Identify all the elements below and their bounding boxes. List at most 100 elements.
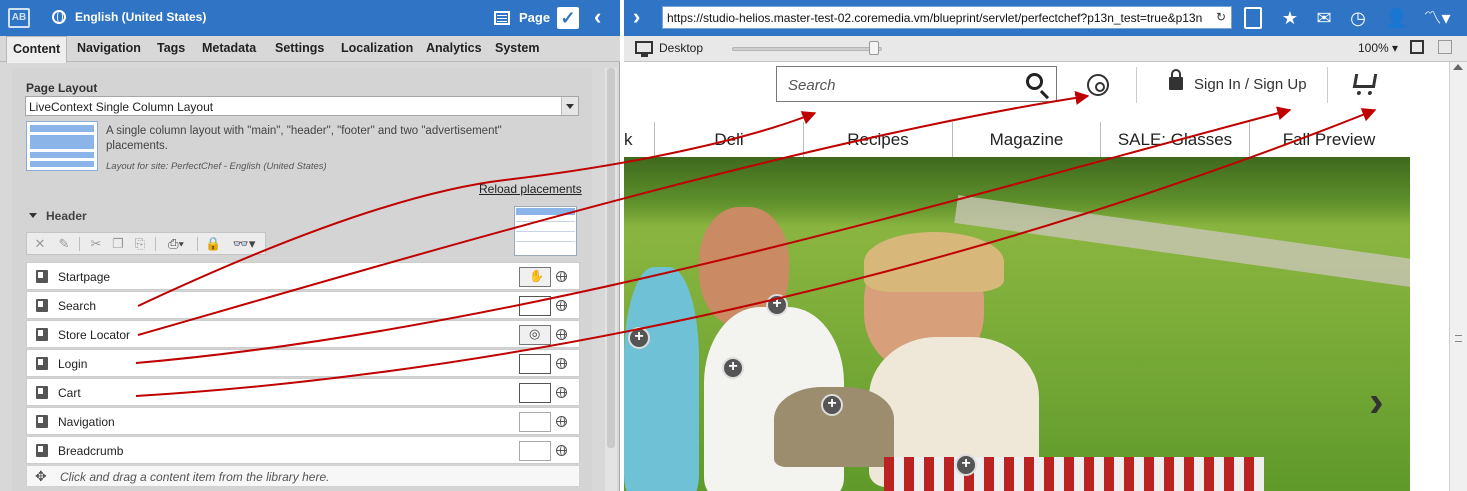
hero-picnic-image: + + + + + › [624, 157, 1410, 491]
tablet-icon[interactable] [1244, 7, 1262, 29]
locale-label[interactable]: English (United States) [75, 10, 206, 24]
view-glasses-icon[interactable]: 👓▾ [229, 237, 259, 251]
dropdown-arrow-icon[interactable] [561, 97, 578, 115]
drop-zone-hint: Click and drag a content item from the l… [60, 470, 330, 484]
device-toolbar: Desktop 100% ▾ [624, 36, 1467, 62]
lock-icon[interactable]: 🔒 [205, 237, 221, 251]
placement-row-navigation[interactable]: Navigation [26, 407, 580, 435]
editor-tabs: Content Navigation Tags Metadata Setting… [0, 36, 620, 63]
globe-icon[interactable] [556, 329, 567, 340]
globe-icon[interactable] [556, 416, 567, 427]
search-icon[interactable] [1026, 73, 1043, 90]
star-icon[interactable]: ★ [1279, 7, 1301, 29]
page-type-icon [494, 11, 510, 25]
add-placement-icon[interactable]: + [955, 454, 977, 476]
reload-icon[interactable]: ↻ [1216, 10, 1226, 24]
tab-analytics[interactable]: Analytics [426, 36, 482, 62]
tab-settings[interactable]: Settings [275, 36, 324, 62]
device-select[interactable]: Desktop [659, 41, 703, 55]
target-status-icon[interactable] [519, 325, 551, 345]
status-box[interactable] [519, 354, 551, 374]
preview-browser-bar: › https://studio-helios.master-test-02.c… [624, 0, 1467, 50]
signin-link[interactable]: Sign In / Sign Up [1194, 76, 1307, 93]
tab-system[interactable]: System [495, 36, 539, 62]
add-placement-icon[interactable]: + [821, 394, 843, 416]
row-label: Search [58, 299, 97, 313]
remove-icon[interactable]: ✕ [33, 237, 47, 251]
document-icon [36, 444, 48, 457]
nav-item-sale-glasses[interactable]: SALE: Glasses [1101, 122, 1249, 158]
insert-menu-icon[interactable]: ⎙▾ [165, 237, 187, 251]
nav-item-deli[interactable]: Deli [655, 122, 803, 158]
chart-menu-icon[interactable]: 〽▾ [1422, 7, 1452, 29]
nav-item-recipes[interactable]: Recipes [804, 122, 952, 158]
globe-icon[interactable] [556, 445, 567, 456]
add-placement-icon[interactable]: + [722, 357, 744, 379]
nav-item-magazine[interactable]: Magazine [953, 122, 1100, 158]
placement-row-startpage[interactable]: Startpage [26, 262, 580, 290]
carousel-next-icon[interactable]: › [1369, 377, 1384, 427]
expand-chevron-icon[interactable]: › [633, 6, 640, 28]
placement-toolbar: ✕ ✎ ✂ ❐ ⎘ ⎙▾ 🔒 👓▾ [26, 232, 266, 255]
globe-icon[interactable] [556, 358, 567, 369]
collapse-chevron-icon[interactable]: ‹ [594, 6, 601, 28]
placement-row-cart[interactable]: Cart [26, 378, 580, 406]
drag-handle-icon: ✥ [35, 468, 47, 484]
mail-icon[interactable]: ✉ [1313, 7, 1335, 29]
device-width-slider[interactable] [732, 47, 882, 51]
tab-tags[interactable]: Tags [157, 36, 185, 62]
tab-metadata[interactable]: Metadata [202, 36, 256, 62]
fit-to-window-icon[interactable] [1410, 40, 1424, 54]
nav-item-fall-preview[interactable]: Fall Preview [1250, 122, 1408, 158]
scrollbar-thumb[interactable] [607, 68, 615, 448]
header-section-label: Header [46, 209, 87, 223]
site-search-input[interactable]: Search [776, 66, 1057, 102]
add-placement-icon[interactable]: + [628, 327, 650, 349]
placement-row-search[interactable]: Search [26, 291, 580, 319]
layout-preview-image [26, 121, 98, 171]
page-layout-value: LiveContext Single Column Layout [29, 100, 214, 114]
cut-icon[interactable]: ✂ [89, 237, 103, 251]
user-menu-icon[interactable]: 👤▾ [1382, 7, 1412, 50]
header-section-toggle[interactable]: Header [29, 209, 87, 223]
globe-icon[interactable] [556, 300, 567, 311]
copy-icon[interactable]: ❐ [111, 237, 125, 251]
drop-zone[interactable]: ✥ Click and drag a content item from the… [26, 465, 580, 487]
add-placement-icon[interactable]: + [766, 294, 788, 316]
form-scrollbar[interactable] [605, 68, 617, 491]
placement-row-login[interactable]: Login [26, 349, 580, 377]
status-box[interactable] [519, 383, 551, 403]
clock-icon[interactable]: ◷ [1347, 7, 1369, 29]
actual-size-icon[interactable] [1438, 40, 1452, 54]
row-label: Breadcrumb [58, 444, 124, 458]
url-field[interactable]: https://studio-helios.master-test-02.cor… [662, 6, 1232, 29]
status-box[interactable] [519, 441, 551, 461]
paste-icon[interactable]: ⎘ [133, 237, 147, 251]
row-label: Navigation [58, 415, 115, 429]
tab-localization[interactable]: Localization [341, 36, 413, 62]
nav-item-truncated[interactable]: k [624, 122, 633, 158]
placement-row-breadcrumb[interactable]: Breadcrumb [26, 436, 580, 464]
status-box[interactable] [519, 412, 551, 432]
tab-navigation[interactable]: Navigation [77, 36, 141, 62]
page-layout-select[interactable]: LiveContext Single Column Layout [25, 96, 579, 116]
scroll-grip-icon[interactable] [1455, 335, 1462, 342]
store-locator-icon[interactable] [1087, 74, 1109, 96]
status-box[interactable] [519, 296, 551, 316]
content-editor-panel: AB English (United States) Page ✓ ‹ Cont… [0, 0, 620, 491]
zoom-select[interactable]: 100% ▾ [1358, 41, 1398, 55]
scroll-up-icon[interactable] [1453, 64, 1463, 70]
app-logo-icon[interactable]: AB [8, 8, 30, 28]
hand-status-icon[interactable] [519, 267, 551, 287]
placement-row-store-locator[interactable]: Store Locator [26, 320, 580, 348]
preview-scrollbar[interactable] [1449, 62, 1467, 491]
tab-content[interactable]: Content [6, 36, 68, 63]
reload-placements-link[interactable]: Reload placements [479, 182, 582, 196]
globe-icon[interactable] [556, 387, 567, 398]
globe-icon[interactable] [556, 271, 567, 282]
checkin-icon[interactable]: ✓ [557, 7, 579, 29]
edit-pencil-icon[interactable]: ✎ [57, 237, 71, 251]
slider-knob[interactable] [869, 41, 879, 55]
cart-icon[interactable] [1352, 74, 1378, 88]
header-divider [1327, 67, 1328, 103]
